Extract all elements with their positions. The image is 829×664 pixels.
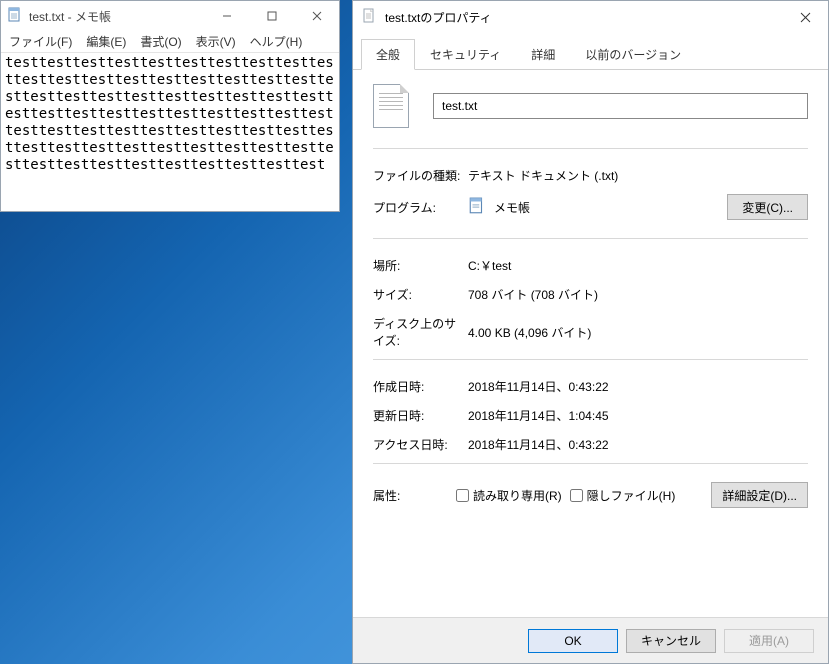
notepad-icon xyxy=(7,7,23,26)
value-disk-size: 4.00 KB (4,096 バイト) xyxy=(468,324,808,341)
label-disk-size: ディスク上のサイズ: xyxy=(373,315,468,349)
separator xyxy=(373,238,808,239)
value-program: メモ帳 xyxy=(494,199,530,216)
notepad-title-text: test.txt - メモ帳 xyxy=(29,8,111,25)
separator xyxy=(373,359,808,360)
file-icon xyxy=(361,8,377,27)
label-attributes: 属性: xyxy=(373,487,448,504)
apply-button[interactable]: 適用(A) xyxy=(724,629,814,653)
notepad-window: test.txt - メモ帳 ファイル(F) 編集(E) 書式(O) 表示(V)… xyxy=(0,0,340,212)
separator xyxy=(373,148,808,149)
notepad-text-area[interactable]: testtesttesttesttesttesttesttesttesttest… xyxy=(1,53,339,211)
notepad-app-icon xyxy=(468,197,486,218)
minimize-button[interactable] xyxy=(204,1,249,31)
hidden-checkbox-input[interactable] xyxy=(570,489,583,502)
tab-security[interactable]: セキュリティ xyxy=(415,39,516,70)
cancel-button[interactable]: キャンセル xyxy=(626,629,716,653)
properties-content: ファイルの種類: テキスト ドキュメント (.txt) プログラム: メモ帳 変… xyxy=(353,70,828,617)
menu-format[interactable]: 書式(O) xyxy=(140,33,181,50)
readonly-checkbox[interactable]: 読み取り専用(R) xyxy=(456,487,562,504)
advanced-button[interactable]: 詳細設定(D)... xyxy=(711,482,808,508)
value-modified: 2018年11月14日、1:04:45 xyxy=(468,407,808,424)
value-accessed: 2018年11月14日、0:43:22 xyxy=(468,436,808,453)
properties-close-button[interactable] xyxy=(783,1,828,33)
menu-file[interactable]: ファイル(F) xyxy=(9,33,72,50)
hidden-checkbox[interactable]: 隠しファイル(H) xyxy=(570,487,676,504)
notepad-titlebar[interactable]: test.txt - メモ帳 xyxy=(1,1,339,31)
value-size: 708 バイト (708 バイト) xyxy=(468,286,808,303)
label-accessed: アクセス日時: xyxy=(373,436,468,453)
label-location: 場所: xyxy=(373,257,468,274)
menu-help[interactable]: ヘルプ(H) xyxy=(250,33,303,50)
value-created: 2018年11月14日、0:43:22 xyxy=(468,378,808,395)
readonly-checkbox-input[interactable] xyxy=(456,489,469,502)
ok-button[interactable]: OK xyxy=(528,629,618,653)
large-file-icon xyxy=(373,84,409,128)
tab-general[interactable]: 全般 xyxy=(361,39,415,70)
value-location: C:￥test xyxy=(468,257,808,274)
menu-view[interactable]: 表示(V) xyxy=(196,33,236,50)
label-created: 作成日時: xyxy=(373,378,468,395)
filename-input[interactable] xyxy=(433,93,808,119)
label-program: プログラム: xyxy=(373,199,468,216)
properties-tabs: 全般 セキュリティ 詳細 以前のバージョン xyxy=(353,33,828,70)
hidden-label: 隠しファイル(H) xyxy=(587,487,676,504)
notepad-menubar: ファイル(F) 編集(E) 書式(O) 表示(V) ヘルプ(H) xyxy=(1,31,339,53)
label-size: サイズ: xyxy=(373,286,468,303)
properties-footer: OK キャンセル 適用(A) xyxy=(353,617,828,663)
tab-previous-versions[interactable]: 以前のバージョン xyxy=(570,39,696,70)
tab-details[interactable]: 詳細 xyxy=(516,39,570,70)
menu-edit[interactable]: 編集(E) xyxy=(86,33,126,50)
value-type: テキスト ドキュメント (.txt) xyxy=(468,167,808,184)
change-program-button[interactable]: 変更(C)... xyxy=(727,194,808,220)
properties-titlebar[interactable]: test.txtのプロパティ xyxy=(353,1,828,33)
readonly-label: 読み取り専用(R) xyxy=(473,487,562,504)
label-type: ファイルの種類: xyxy=(373,167,468,184)
close-button[interactable] xyxy=(294,1,339,31)
label-modified: 更新日時: xyxy=(373,407,468,424)
properties-dialog: test.txtのプロパティ 全般 セキュリティ 詳細 以前のバージョン ファイ… xyxy=(352,0,829,664)
properties-title-text: test.txtのプロパティ xyxy=(385,9,492,26)
maximize-button[interactable] xyxy=(249,1,294,31)
separator xyxy=(373,463,808,464)
